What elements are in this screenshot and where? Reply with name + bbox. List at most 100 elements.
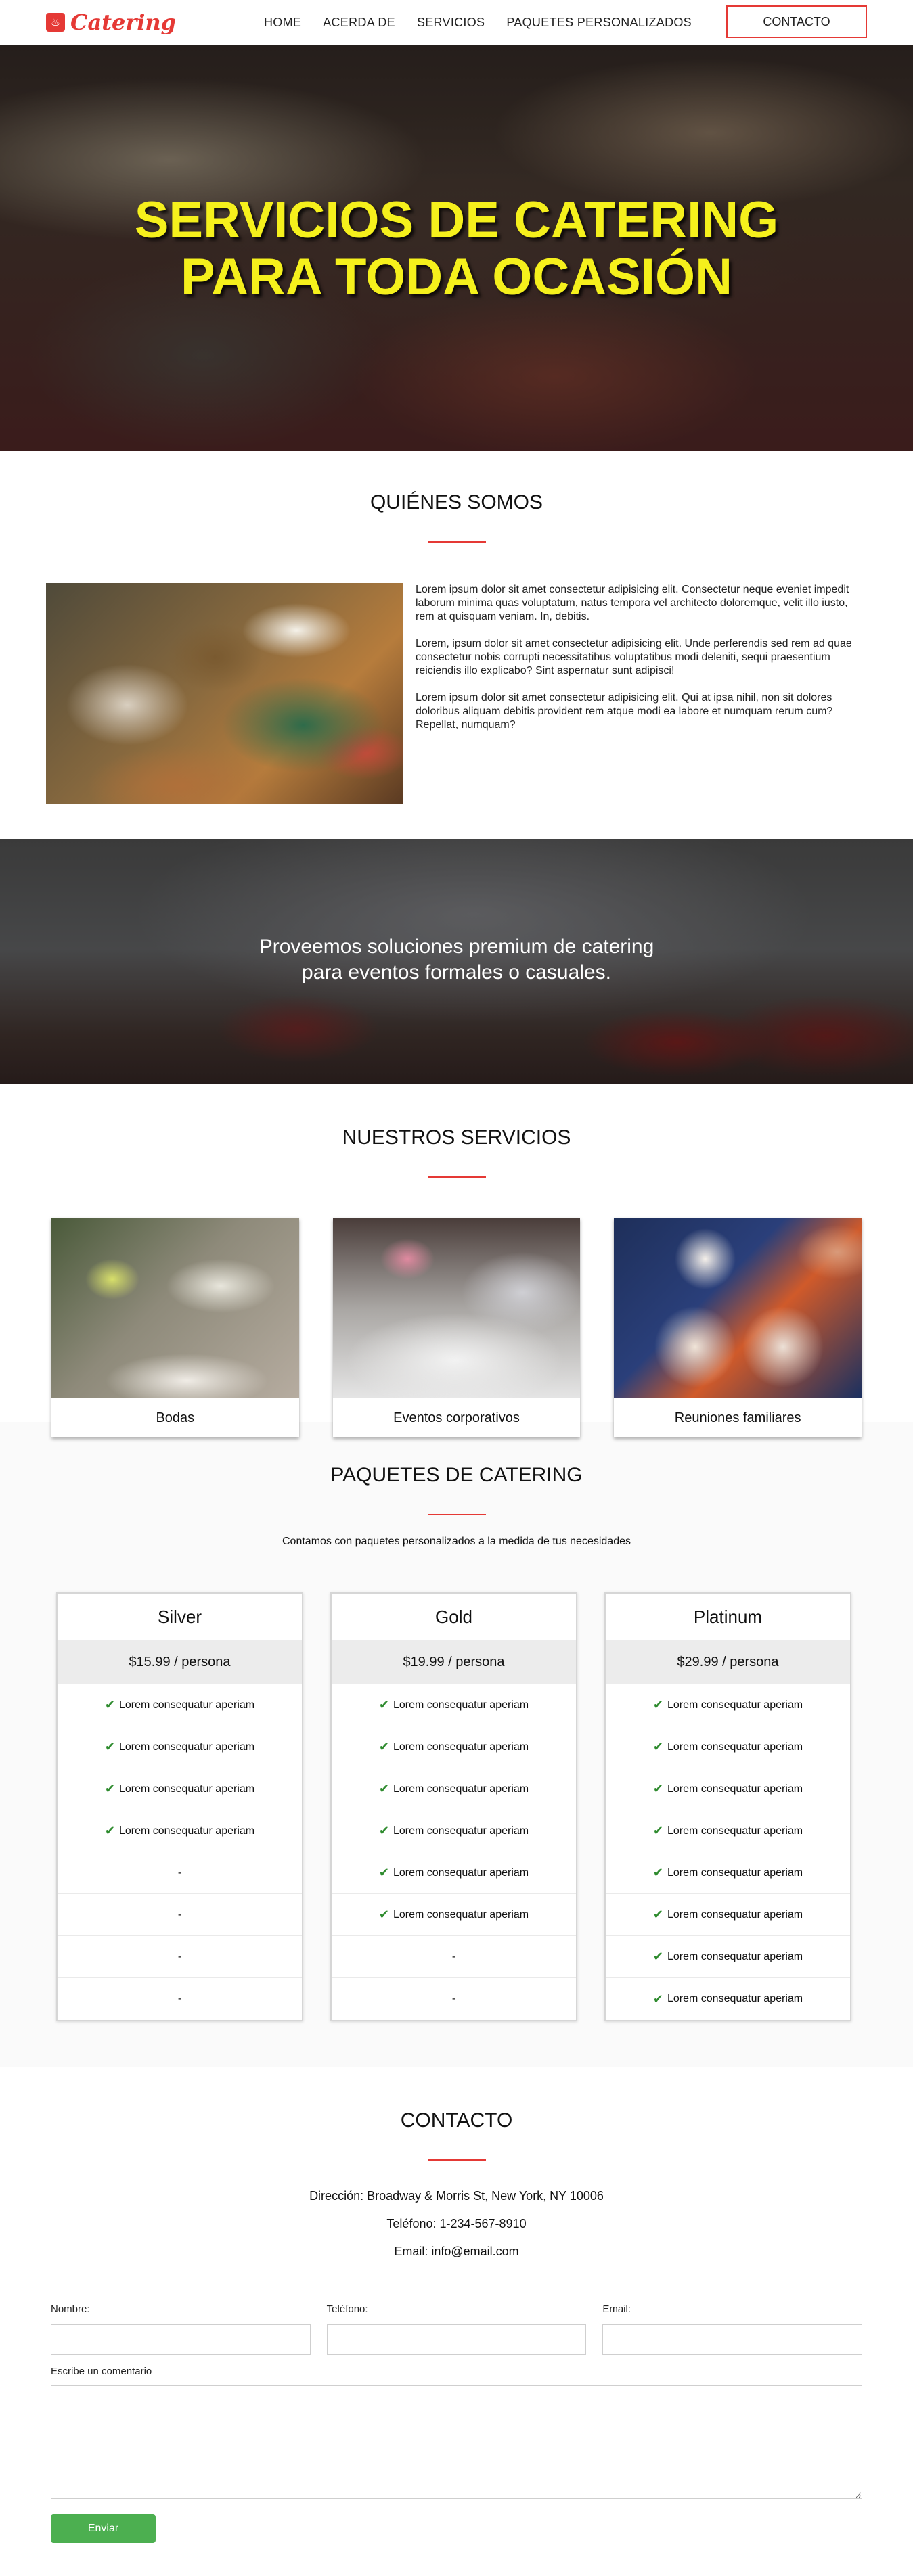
plan-feature-text: Lorem consequatur aperiam	[118, 1824, 255, 1837]
contact-email: Email: info@email.com	[394, 2245, 519, 2258]
check-icon: ✔	[652, 1824, 663, 1837]
logo[interactable]: ♨ Catering	[46, 9, 176, 35]
about-section: QUIÉNES SOMOS Lorem ipsum dolor sit amet…	[0, 451, 913, 840]
name-field-group: Nombre:	[51, 2303, 311, 2355]
check-icon: ✔	[378, 1824, 389, 1837]
nav-links: Home Acerda de Servicios Paquetes person…	[264, 16, 692, 30]
service-card-bodas[interactable]: Bodas	[51, 1218, 299, 1438]
contact-title: CONTACTO	[400, 2109, 513, 2132]
plan-card-gold: Gold $19.99 / persona ✔ Lorem consequatur a…	[330, 1592, 577, 2021]
plan-feature: ✔ Lorem consequatur aperiam	[606, 1768, 850, 1810]
plan-card-platinum: Platinum $29.99 / persona ✔ Lorem consequat…	[604, 1592, 851, 2021]
hero-section: SERVICIOS DE CATERING PARA TODA OCASIÓN	[0, 45, 913, 451]
comment-textarea[interactable]	[51, 2385, 862, 2499]
check-icon: ✔	[378, 1698, 389, 1711]
contact-address: Dirección: Broadway & Morris St, New Yor…	[309, 2189, 604, 2203]
plan-feature: ✔ Lorem consequatur aperiam	[606, 1978, 850, 2020]
contact-phone: Teléfono: 1-234-567-8910	[386, 2217, 527, 2230]
plan-feature-text: -	[177, 1950, 182, 1962]
plan-feature-text: Lorem consequatur aperiam	[667, 1950, 803, 1962]
hero-title: SERVICIOS DE CATERING PARA TODA OCASIÓN	[0, 192, 913, 306]
wedding-table-image	[51, 1218, 299, 1398]
check-icon: ✔	[652, 1782, 663, 1795]
plan-feature: ✔ Lorem consequatur aperiam	[332, 1810, 576, 1852]
email-label: Email:	[602, 2303, 631, 2315]
service-cards: Bodas Eventos corporativos Reuniones fam…	[0, 1218, 913, 1438]
check-icon: ✔	[378, 1782, 389, 1795]
about-paragraph-1: Lorem ipsum dolor sit amet consectetur a…	[416, 584, 849, 622]
plan-feature: ✔ Lorem consequatur aperiam	[332, 1684, 576, 1726]
contact-form: Nombre: Teléfono: Email: Escribe un come…	[0, 2303, 913, 2543]
comment-field-group: Escribe un comentario	[51, 2366, 862, 2502]
plan-feature: -	[332, 1936, 576, 1978]
nav-link-acerda-de[interactable]: Acerda de	[323, 16, 395, 30]
banner-line1: Proveemos soluciones premium de catering	[259, 936, 654, 958]
name-input[interactable]	[51, 2324, 311, 2355]
section-divider	[427, 2159, 486, 2161]
check-icon: ✔	[652, 1740, 663, 1753]
submit-button[interactable]: Enviar	[51, 2514, 156, 2543]
email-input[interactable]	[602, 2324, 863, 2355]
plan-feature-text: Lorem consequatur aperiam	[667, 1699, 803, 1711]
corporate-event-image	[332, 1218, 581, 1398]
contact-info: Dirección: Broadway & Morris St, New Yor…	[0, 2182, 913, 2266]
nav-link-servicios[interactable]: Servicios	[417, 16, 485, 30]
hero-title-line2: PARA TODA OCASIÓN	[181, 248, 732, 306]
nav-link-paquetes[interactable]: Paquetes personalizados	[506, 16, 692, 30]
nav-link-home[interactable]: Home	[264, 16, 301, 30]
plan-feature-text: Lorem consequatur aperiam	[667, 1993, 803, 2004]
plan-feature: ✔ Lorem consequatur aperiam	[606, 1936, 850, 1978]
plan-feature-text: Lorem consequatur aperiam	[667, 1741, 803, 1753]
plan-feature-text: Lorem consequatur aperiam	[118, 1782, 255, 1795]
about-row: Lorem ipsum dolor sit amet consectetur a…	[0, 583, 913, 804]
banner-section: Proveemos soluciones premium de catering…	[0, 840, 913, 1084]
plan-feature-text: -	[177, 1866, 182, 1879]
service-card-label: Eventos corporativos	[393, 1410, 520, 1425]
plan-price: $29.99 / persona	[606, 1640, 850, 1684]
plan-feature: -	[58, 1936, 302, 1978]
about-paragraph-3: Lorem ipsum dolor sit amet consectetur a…	[416, 692, 833, 731]
plan-feature-text: Lorem consequatur aperiam	[393, 1741, 529, 1753]
plan-name: Silver	[157, 1606, 202, 1627]
check-icon: ✔	[104, 1782, 115, 1795]
name-label: Nombre:	[51, 2303, 90, 2315]
plan-feature: ✔ Lorem consequatur aperiam	[58, 1684, 302, 1726]
service-card-reuniones[interactable]: Reuniones familiares	[614, 1218, 862, 1438]
catering-buffet-image	[46, 583, 403, 804]
packages-title: PAQUETES DE CATERING	[330, 1464, 583, 1486]
check-icon: ✔	[652, 1908, 663, 1921]
plan-feature-text: Lorem consequatur aperiam	[667, 1782, 803, 1795]
chef-hat-icon: ♨	[46, 13, 65, 32]
check-icon: ✔	[652, 1698, 663, 1711]
check-icon: ✔	[104, 1698, 115, 1711]
about-paragraph-2: Lorem, ipsum dolor sit amet consectetur …	[416, 638, 852, 676]
service-card-label: Bodas	[156, 1410, 195, 1425]
about-text: Lorem ipsum dolor sit amet consectetur a…	[416, 583, 867, 804]
plan-name: Platinum	[693, 1606, 763, 1627]
check-icon: ✔	[104, 1824, 115, 1837]
plan-feature: ✔ Lorem consequatur aperiam	[332, 1852, 576, 1894]
plan-feature-text: Lorem consequatur aperiam	[118, 1741, 255, 1753]
contact-button[interactable]: CONTACTO	[726, 5, 867, 38]
plan-feature-text: Lorem consequatur aperiam	[667, 1866, 803, 1879]
logo-text: Catering	[70, 9, 176, 35]
phone-input[interactable]	[326, 2324, 587, 2355]
plan-feature: ✔ Lorem consequatur aperiam	[58, 1810, 302, 1852]
plan-card-silver: Silver $15.99 / persona ✔ Lorem consequatur…	[56, 1592, 303, 2021]
check-icon: ✔	[652, 1866, 663, 1879]
plan-feature: ✔ Lorem consequatur aperiam	[606, 1894, 850, 1936]
about-title: QUIÉNES SOMOS	[370, 491, 543, 513]
packages-section: PAQUETES DE CATERING Contamos con paquet…	[0, 1422, 913, 2067]
check-icon: ✔	[378, 1866, 389, 1879]
plan-feature-text: Lorem consequatur aperiam	[393, 1782, 529, 1795]
check-icon: ✔	[378, 1908, 389, 1921]
plan-price: $19.99 / persona	[332, 1640, 576, 1684]
plan-feature-text: -	[451, 1993, 456, 2004]
comment-label: Escribe un comentario	[51, 2366, 152, 2377]
contact-section: CONTACTO Dirección: Broadway & Morris St…	[0, 2067, 913, 2549]
hero-title-line1: SERVICIOS DE CATERING	[134, 191, 779, 249]
phone-field-group: Teléfono:	[326, 2303, 587, 2355]
plan-feature: -	[58, 1978, 302, 2020]
service-card-eventos[interactable]: Eventos corporativos	[332, 1218, 581, 1438]
plan-feature-text: -	[177, 1993, 182, 2004]
